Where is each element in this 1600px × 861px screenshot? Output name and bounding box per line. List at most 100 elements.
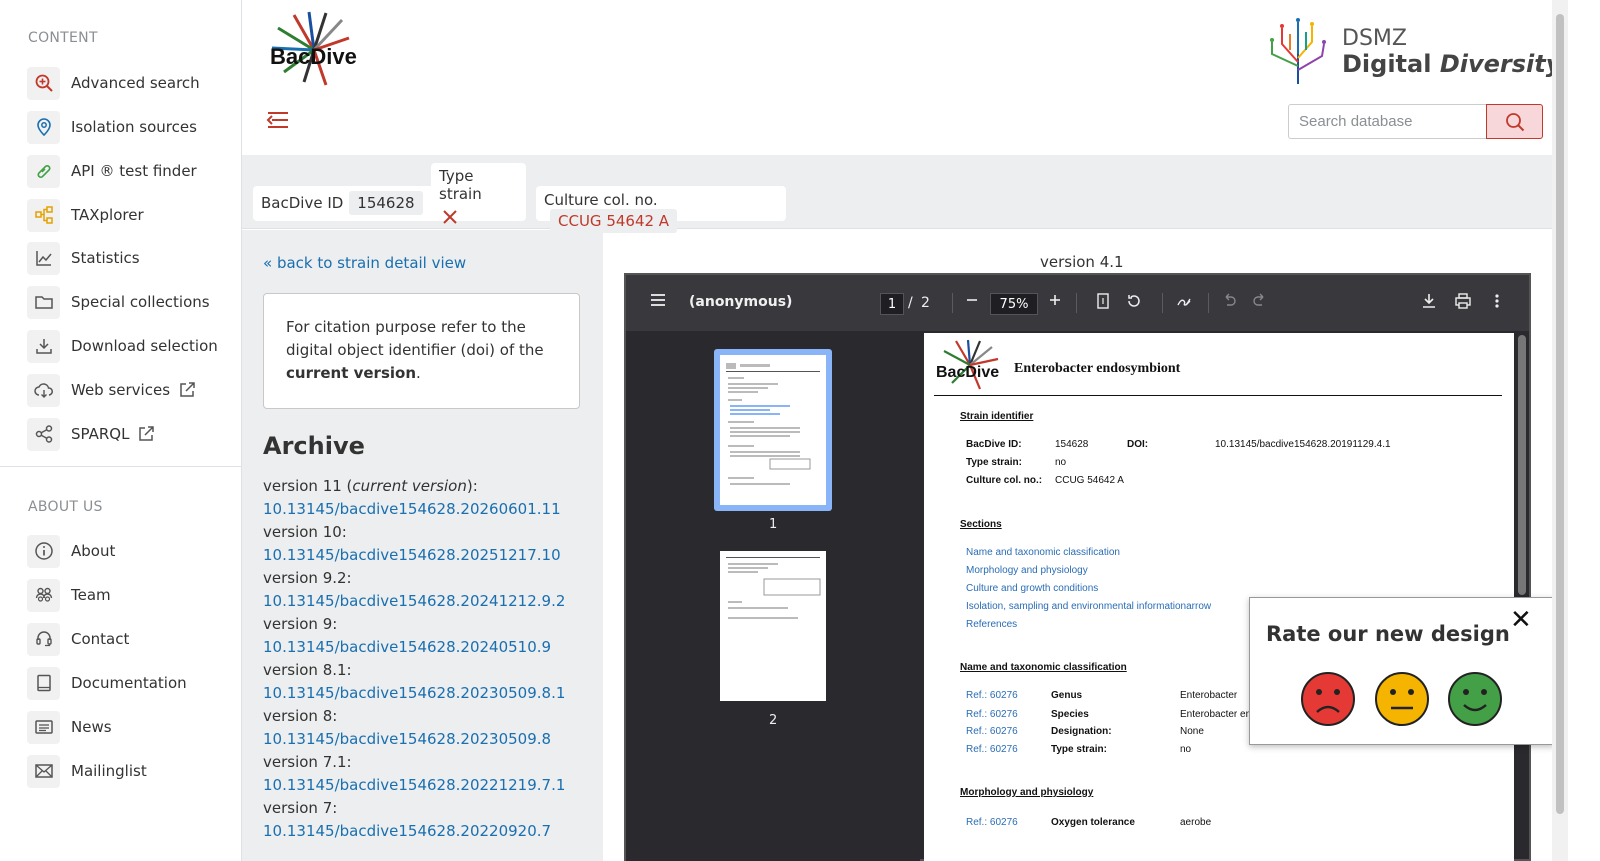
pdf-section-heading: Sections [960, 519, 1002, 530]
hamburger-icon [651, 294, 665, 306]
sidebar-item-label: Isolation sources [71, 118, 197, 136]
sidebar-item-documentation[interactable]: Documentation [27, 666, 187, 700]
close-popup-button[interactable]: ✕ [1510, 607, 1532, 633]
external-link-icon [178, 381, 196, 399]
pdf-ref-link[interactable]: Ref.: 60276 [966, 817, 1018, 828]
zoom-out-button[interactable] [966, 293, 978, 307]
sad-face-icon [1301, 672, 1355, 726]
sidebar: CONTENT Advanced search Isolation source… [0, 0, 242, 861]
more-options-button[interactable] [1495, 293, 1499, 309]
rate-design-title: Rate our new design [1266, 622, 1510, 646]
cross-icon [442, 209, 518, 229]
sidebar-item-news[interactable]: News [27, 710, 112, 744]
sidebar-item-label: Mailinglist [71, 762, 147, 780]
sidebar-item-label: SPARQL [71, 425, 130, 443]
sidebar-item-label: Download selection [71, 337, 218, 355]
envelope-icon [27, 754, 60, 788]
sidebar-item-mailinglist[interactable]: Mailinglist [27, 754, 147, 788]
version-doi-link[interactable]: 10.13145/bacdive154628.20251217.10 [263, 544, 593, 567]
sad-face-button[interactable] [1300, 671, 1356, 727]
pdf-ref-link[interactable]: Ref.: 60276 [966, 744, 1018, 755]
book-icon [27, 666, 60, 700]
version-doi-link[interactable]: 10.13145/bacdive154628.20260601.11 [263, 498, 593, 521]
pdf-scrollbar[interactable] [1518, 335, 1526, 595]
sidebar-item-sparql[interactable]: SPARQL [27, 417, 155, 451]
version-doi-link[interactable]: 10.13145/bacdive154628.20220920.7 [263, 820, 593, 843]
pdf-field-value: no [1180, 744, 1192, 755]
pdf-ref-link[interactable]: Ref.: 60276 [966, 709, 1018, 720]
sidebar-item-team[interactable]: Team [27, 578, 111, 612]
pdf-sidebar-toggle[interactable] [650, 293, 666, 307]
headset-icon [27, 622, 60, 656]
zoom-level[interactable]: 75% [990, 293, 1038, 315]
neutral-face-button[interactable] [1374, 671, 1430, 727]
sidebar-divider [0, 466, 241, 467]
version-label: version 7: [263, 799, 338, 817]
app-root: CONTENT Advanced search Isolation source… [0, 0, 1600, 861]
sidebar-item-label: Team [71, 586, 111, 604]
pdf-field-value: 154628 [1055, 439, 1089, 450]
bacdive-logo[interactable]: BacDive [264, 10, 364, 90]
happy-face-button[interactable] [1447, 671, 1503, 727]
pdf-field-value: Enterobacter en [1180, 709, 1252, 720]
pdf-section-link[interactable]: Name and taxonomic classification [966, 547, 1120, 558]
version-doi-link[interactable]: 10.13145/bacdive154628.20240510.9 [263, 636, 593, 659]
sidebar-item-special-collections[interactable]: Special collections [27, 285, 210, 319]
download-button[interactable] [1422, 293, 1436, 309]
pdf-section-heading: Name and taxonomic classification [960, 662, 1127, 673]
sidebar-item-web-services[interactable]: Web services [27, 373, 196, 407]
version-doi-link[interactable]: 10.13145/bacdive154628.20241212.9.2 [263, 590, 593, 613]
sidebar-item-contact[interactable]: Contact [27, 622, 129, 656]
pdf-field-value: Enterobacter [1180, 690, 1238, 701]
pdf-section-link[interactable]: References [966, 619, 1017, 630]
version-doi-link[interactable]: 10.13145/bacdive154628.20221219.7.1 [263, 774, 593, 797]
sidebar-item-statistics[interactable]: Statistics [27, 241, 140, 275]
search-button[interactable] [1486, 104, 1543, 139]
pdf-section-link[interactable]: Culture and growth conditions [966, 583, 1098, 594]
print-button[interactable] [1455, 293, 1471, 309]
version-label: version 10: [263, 523, 347, 541]
pdf-section-link[interactable]: Isolation, sampling and environmental in… [966, 601, 1211, 612]
page-thumbnail[interactable] [720, 355, 826, 505]
toolbar-divider [952, 293, 953, 313]
pdf-ref-link[interactable]: Ref.: 60276 [966, 690, 1018, 701]
version-doi-link[interactable]: 10.13145/bacdive154628.20230509.8 [263, 728, 593, 751]
sidebar-item-isolation-sources[interactable]: Isolation sources [27, 110, 197, 144]
thumbnail-number: 1 [769, 517, 778, 532]
pdf-field-label: Oxygen tolerance [1051, 817, 1135, 828]
search-input[interactable] [1288, 104, 1486, 139]
page-thumbnail[interactable] [720, 551, 826, 701]
page-scrollbar[interactable] [1552, 0, 1568, 861]
annotate-button[interactable] [1176, 293, 1192, 309]
sidebar-heading-content: CONTENT [28, 30, 98, 46]
page-total: 2 [921, 295, 930, 311]
version-doi-link[interactable]: 10.13145/bacdive154628.20230509.8.1 [263, 682, 593, 705]
folder-icon [27, 285, 60, 319]
fit-page-button[interactable] [1097, 293, 1109, 309]
search-bar [1288, 104, 1543, 139]
share-nodes-icon [27, 417, 60, 451]
sidebar-item-about[interactable]: About [27, 534, 115, 568]
pdf-section-link[interactable]: Morphology and physiology [966, 565, 1088, 576]
page-scrollbar-thumb[interactable] [1556, 14, 1564, 814]
dsmz-title: DSMZ [1342, 26, 1407, 51]
pdf-species-title: Enterobacter endosymbiont [1014, 361, 1181, 376]
sidebar-item-taxplorer[interactable]: TAXplorer [27, 198, 144, 232]
rotate-button[interactable] [1126, 293, 1142, 309]
back-to-strain-link[interactable]: « back to strain detail view [263, 254, 466, 272]
kebab-icon [1495, 294, 1499, 308]
undo-button[interactable] [1222, 293, 1236, 307]
dsmz-logo[interactable]: DSMZ Digital Diversity [1262, 14, 1561, 86]
version-label: version 8: [263, 707, 338, 725]
zoom-in-button[interactable] [1049, 293, 1061, 307]
page-number-input[interactable]: 1 [880, 293, 904, 315]
sidebar-item-api-test-finder[interactable]: API ® test finder [27, 154, 197, 188]
sidebar-item-advanced-search[interactable]: Advanced search [27, 66, 200, 100]
pdf-document-title: (anonymous) [689, 294, 793, 310]
redo-button[interactable] [1253, 293, 1267, 307]
sidebar-item-download-selection[interactable]: Download selection [27, 329, 218, 363]
sidebar-item-label: Documentation [71, 674, 187, 692]
pdf-ref-link[interactable]: Ref.: 60276 [966, 726, 1018, 737]
sidebar-toggle-button[interactable] [264, 108, 290, 132]
printer-icon [1455, 293, 1471, 309]
